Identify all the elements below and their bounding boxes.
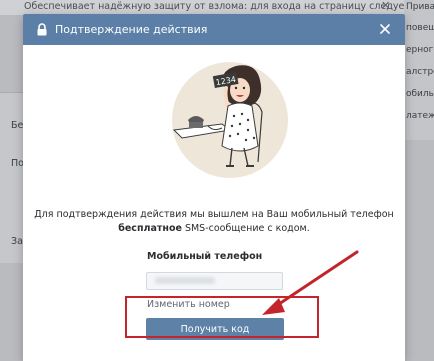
dialog-header: Подтверждение действия	[23, 14, 405, 45]
description-line-1: Для подтверждения действия мы вышлем на …	[34, 209, 394, 220]
background-sidebar-item: повещ	[406, 23, 434, 33]
phone-label: Мобильный телефон	[147, 251, 263, 262]
background-text: Бе	[11, 120, 24, 131]
dialog-description: Для подтверждения действия мы вышлем на …	[23, 208, 405, 236]
description-bold: бесплатное	[118, 223, 182, 234]
background-sidebar-item: Приват	[406, 2, 434, 12]
background-notice: Обеспечивает надёжную защиту от взлома: …	[0, 0, 434, 15]
background-notice-text: Обеспечивает надёжную защиту от взлома: …	[24, 1, 410, 12]
background-sidebar-item: алстро	[406, 67, 434, 77]
description-line-2: бесплатное SMS-сообщение с кодом.	[23, 222, 405, 236]
background-close-icon: ✕	[381, 0, 391, 12]
background-sidebar-item: латеж	[406, 111, 434, 121]
description-rest: SMS-сообщение с кодом.	[181, 223, 310, 234]
dialog-title: Подтверждение действия	[55, 23, 208, 36]
close-icon[interactable]	[377, 21, 393, 37]
background-sidebar-item: ерного	[406, 45, 434, 55]
phone-blurred-value	[155, 277, 215, 284]
background-sidebar-item: обильн	[406, 89, 434, 99]
background-sidebar: Приват повещ ерного алстро обильн латеж	[404, 0, 434, 140]
annotation-highlight-box	[125, 296, 319, 338]
phone-illustration: 1234	[172, 62, 288, 178]
lock-icon	[37, 23, 47, 36]
